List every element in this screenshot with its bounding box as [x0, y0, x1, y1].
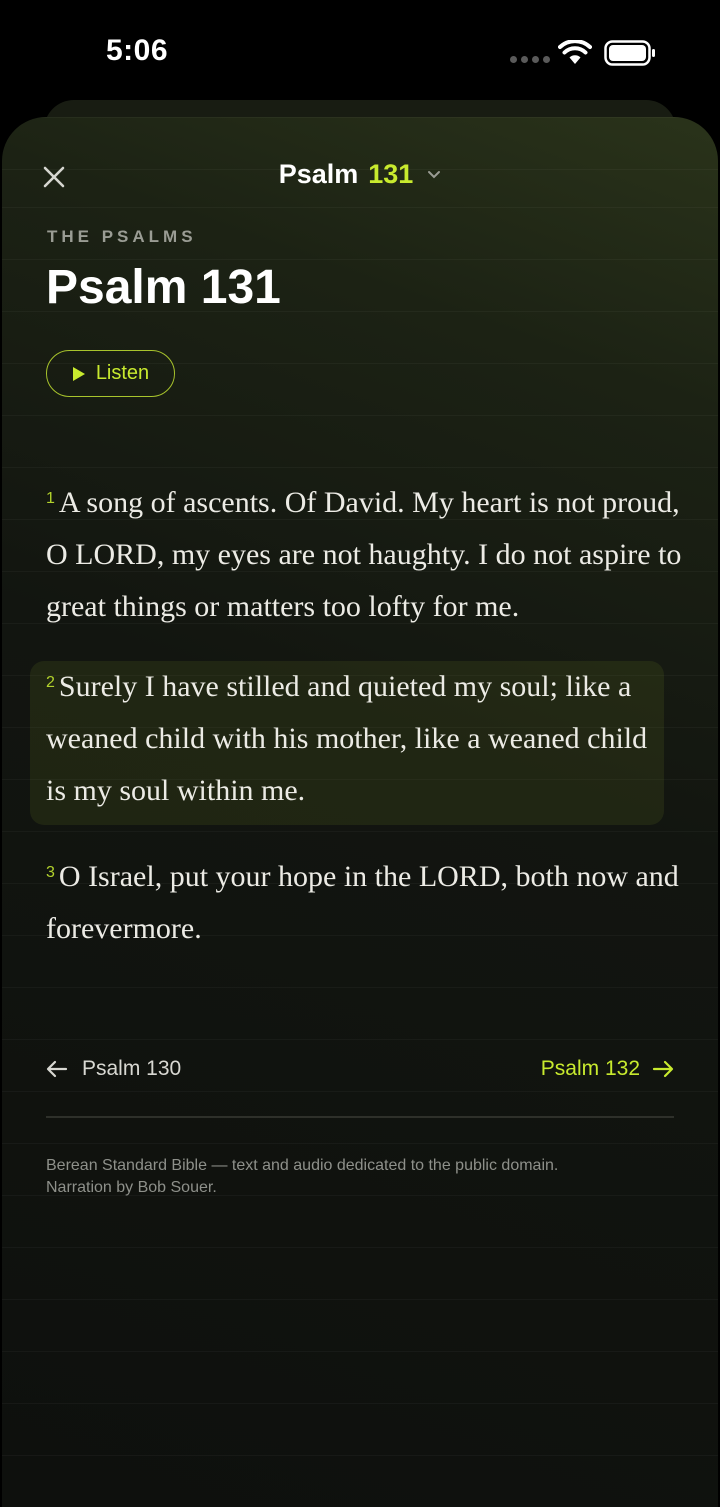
reader-sheet: Psalm 131 THE PSALMS Psalm 131 Listen 1A… [2, 117, 718, 1507]
next-chapter-label: Psalm 132 [540, 1057, 640, 1080]
divider [46, 1116, 674, 1118]
arrow-right-icon [652, 1060, 674, 1078]
nav-book: Psalm [278, 159, 359, 189]
copyright-line-1: Berean Standard Bible — text and audio d… [46, 1157, 559, 1174]
previous-chapter-link[interactable]: Psalm 130 [46, 1057, 181, 1081]
chapter-selector[interactable]: Psalm 131 [2, 159, 718, 190]
wifi-icon [558, 40, 592, 64]
screen: 5:06 Psalm 131 THE PSALMS Psalm 131 List… [0, 0, 720, 1507]
verse-text: A song of ascents. Of David. My heart is… [46, 486, 682, 623]
chevron-down-icon [427, 170, 441, 180]
verse-2-highlighted[interactable]: 2 Surely I have stilled and quieted my so… [30, 661, 664, 825]
chapter-navigation: Psalm 130 Psalm 132 [46, 1047, 674, 1091]
verse-1[interactable]: 1A song of ascents. Of David. My heart i… [46, 477, 686, 633]
verse-list: 1A song of ascents. Of David. My heart i… [30, 477, 686, 955]
verse-number: 1 [46, 490, 55, 507]
next-chapter-link[interactable]: Psalm 132 [541, 1057, 674, 1081]
status-time: 5:06 [106, 34, 169, 67]
copyright-note: Berean Standard Bible — text and audio d… [46, 1155, 686, 1199]
battery-icon [604, 40, 655, 66]
play-icon [72, 366, 85, 381]
book-label: THE PSALMS [47, 227, 197, 246]
listen-label: Listen [95, 362, 150, 384]
verse-number: 3 [46, 864, 55, 881]
verse-text: Surely I have stilled and quieted my sou… [46, 670, 648, 807]
status-bar: 5:06 [0, 0, 720, 100]
verse-number: 2 [46, 674, 55, 691]
copyright-line-2: Narration by Bob Souer. [46, 1179, 217, 1196]
arrow-left-icon [46, 1060, 68, 1078]
listen-button[interactable]: Listen [46, 350, 175, 397]
verse-3[interactable]: 3O Israel, put your hope in the LORD, bo… [46, 851, 686, 955]
verse-text: O Israel, put your hope in the LORD, bot… [46, 860, 679, 945]
previous-chapter-label: Psalm 130 [82, 1057, 182, 1080]
cellular-signal-icon [510, 56, 550, 63]
page-title: Psalm 131 [46, 261, 281, 314]
nav-chapter: 131 [368, 159, 414, 189]
